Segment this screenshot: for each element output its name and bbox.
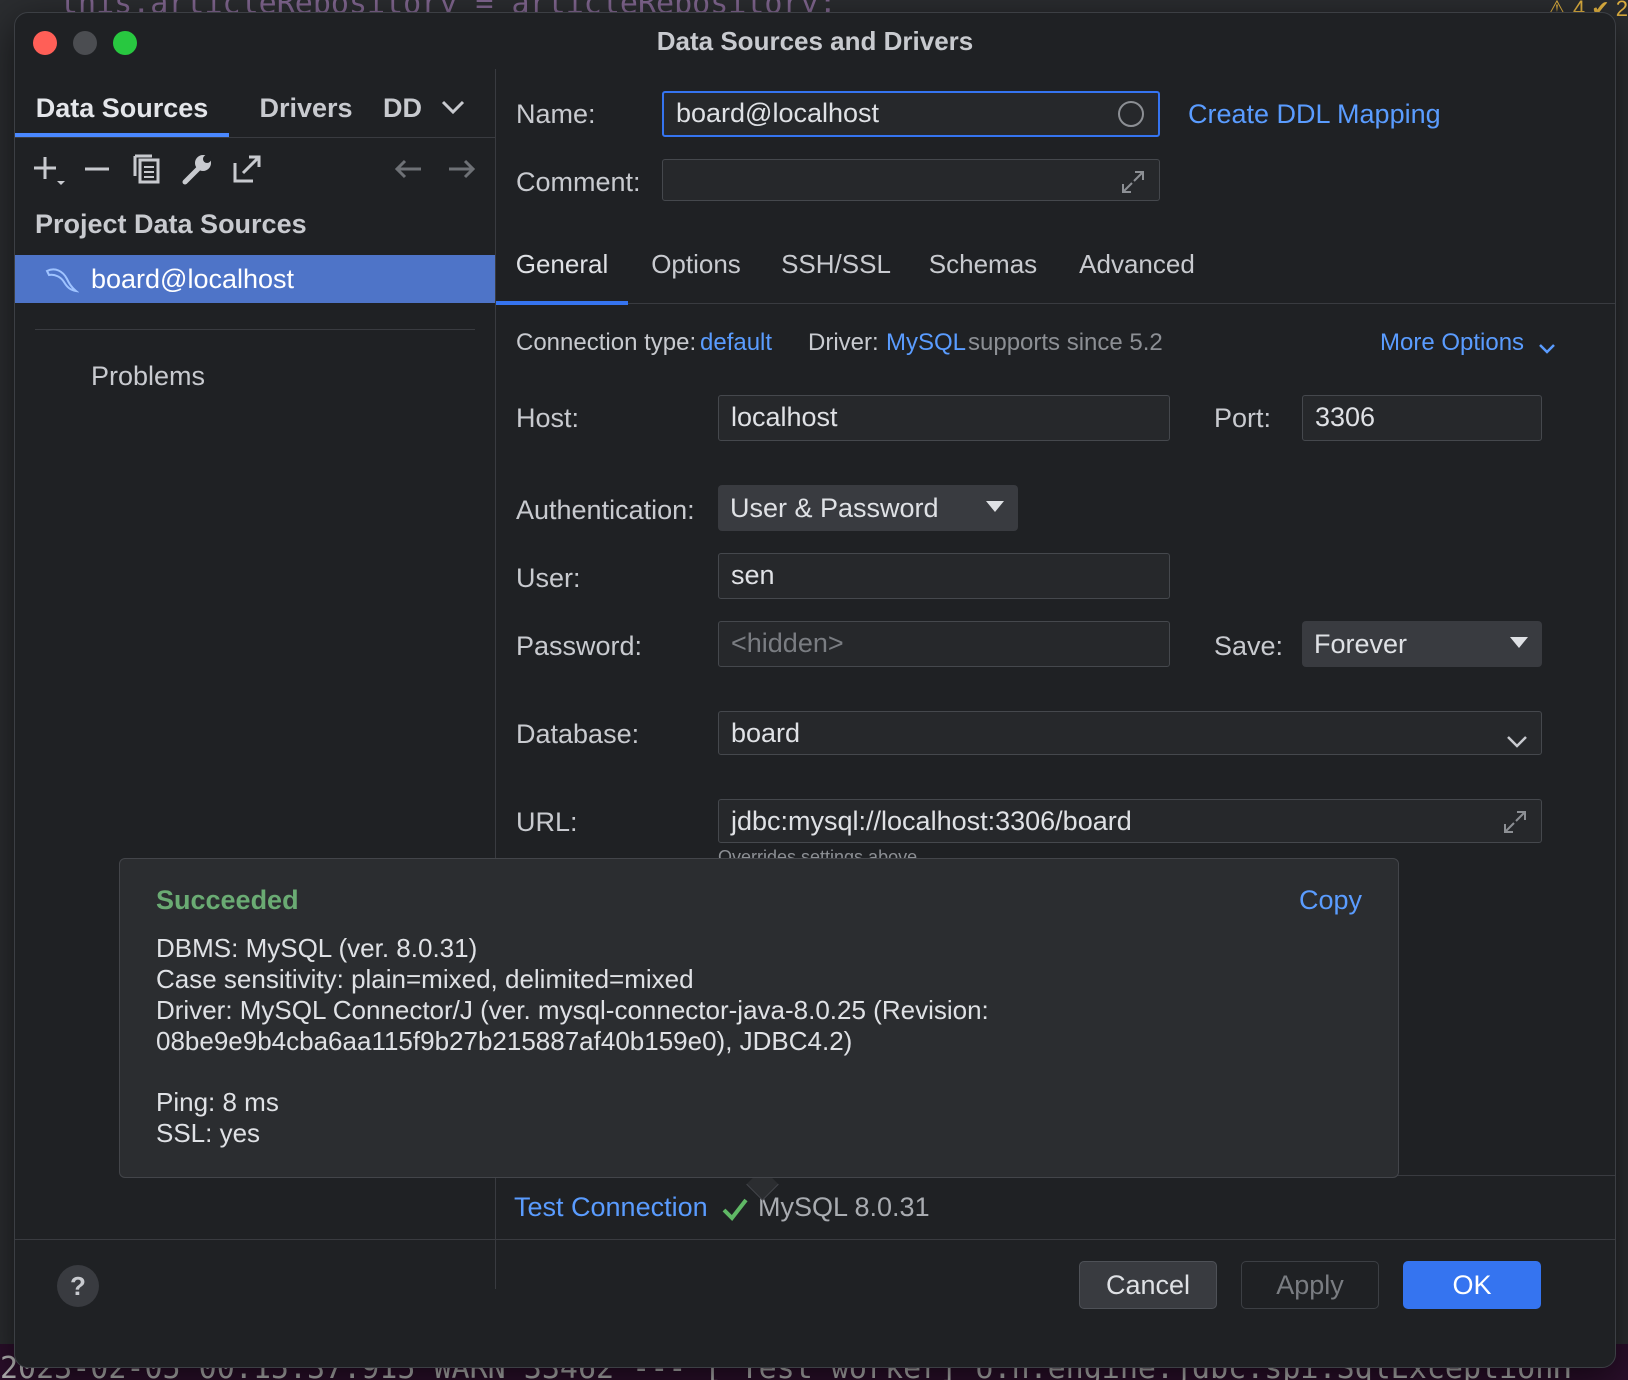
tab-general[interactable]: General (496, 249, 628, 305)
popup-title: Succeeded (156, 885, 299, 915)
circle-color-icon[interactable] (1116, 99, 1146, 129)
driver-support-note: supports since 5.2 (968, 329, 1163, 356)
popup-line: Ping: 8 ms (156, 1087, 279, 1117)
test-connection-link[interactable]: Test Connection (514, 1192, 708, 1223)
close-window-button[interactable] (33, 31, 57, 55)
chevron-down-icon[interactable] (1505, 722, 1529, 748)
driver-label: Driver: (808, 329, 879, 356)
ok-button[interactable]: OK (1403, 1261, 1541, 1309)
footer-divider (15, 1239, 1615, 1240)
save-dropdown[interactable]: Forever (1302, 621, 1542, 667)
database-input[interactable]: board (718, 711, 1542, 755)
chevron-down-icon (1537, 336, 1557, 354)
authentication-label: Authentication: (516, 495, 695, 525)
save-label: Save: (1214, 631, 1284, 661)
comment-input[interactable] (662, 159, 1160, 201)
port-label: Port: (1214, 403, 1272, 433)
tab-options[interactable]: Options (642, 249, 750, 301)
more-options-label: More Options (1380, 329, 1525, 356)
popup-line: SSL: yes (156, 1118, 261, 1148)
host-input[interactable]: localhost (718, 395, 1170, 441)
name-input-value: board@localhost (676, 98, 880, 128)
test-connection-result: MySQL 8.0.31 (758, 1192, 930, 1222)
connection-type-label: Connection type: (516, 329, 697, 356)
comment-label: Comment: (516, 167, 641, 197)
tab-advanced[interactable]: Advanced (1074, 249, 1200, 301)
datasource-item[interactable]: board@localhost (15, 255, 495, 303)
url-value: jdbc:mysql://localhost:3306/board (731, 806, 1132, 836)
left-tabs: Data Sources Drivers DD (15, 83, 495, 137)
tab-drivers[interactable]: Drivers (241, 83, 371, 133)
help-button[interactable]: ? (57, 1265, 99, 1307)
tabs-divider (15, 137, 495, 138)
name-label: Name: (516, 99, 596, 129)
caret-down-icon (986, 501, 1004, 512)
database-label: Database: (516, 719, 640, 749)
config-tabs: General Options SSH/SSL Schemas Advanced (496, 233, 1615, 305)
authentication-dropdown[interactable]: User & Password (718, 485, 1018, 531)
password-input[interactable]: <hidden> (718, 621, 1170, 667)
popup-line: 08be9e9b4cba6aa115f9b27b215887af40b159e0… (156, 1026, 853, 1056)
port-input[interactable]: 3306 (1302, 395, 1542, 441)
left-divider (35, 329, 475, 330)
expand-icon[interactable] (1119, 166, 1147, 194)
chevron-down-icon[interactable] (433, 87, 473, 127)
project-data-sources-title: Project Data Sources (35, 209, 307, 239)
add-icon[interactable] (27, 149, 67, 189)
tab-schemas[interactable]: Schemas (924, 249, 1042, 301)
remove-icon[interactable] (77, 149, 117, 189)
password-label: Password: (516, 631, 643, 661)
user-input[interactable]: sen (718, 553, 1170, 599)
problems-item[interactable]: Problems (91, 361, 205, 392)
url-input[interactable]: jdbc:mysql://localhost:3306/board (718, 799, 1542, 843)
user-label: User: (516, 563, 581, 593)
url-label: URL: (516, 807, 578, 837)
host-label: Host: (516, 403, 580, 433)
expand-icon[interactable] (1501, 806, 1529, 834)
left-toolbar (15, 139, 495, 199)
tab-ddl[interactable]: DD (383, 83, 423, 133)
popup-line: DBMS: MySQL (ver. 8.0.31) (156, 933, 478, 963)
forward-arrow-icon[interactable] (441, 149, 481, 189)
duplicate-icon[interactable] (127, 149, 167, 189)
create-ddl-mapping-link[interactable]: Create DDL Mapping (1188, 99, 1441, 130)
export-icon[interactable] (227, 149, 267, 189)
window-title: Data Sources and Drivers (656, 26, 974, 56)
copy-link[interactable]: Copy (1299, 885, 1362, 916)
name-input[interactable]: board@localhost (662, 91, 1160, 137)
connection-type-link[interactable]: default (700, 329, 772, 357)
connection-result-popup: Succeeded Copy DBMS: MySQL (ver. 8.0.31)… (119, 858, 1399, 1178)
data-sources-dialog: Data Sources and Drivers Data Sources Dr… (14, 12, 1616, 1368)
test-connection-row: Test Connection MySQL 8.0.31 (496, 1175, 1615, 1240)
wrench-icon[interactable] (177, 149, 217, 189)
back-arrow-icon[interactable] (389, 149, 429, 189)
datasource-item-label: board@localhost (91, 264, 295, 294)
mysql-dolphin-icon (43, 263, 80, 297)
zoom-window-button[interactable] (113, 31, 137, 55)
popup-line: Case sensitivity: plain=mixed, delimited… (156, 964, 694, 994)
save-value: Forever (1314, 629, 1408, 659)
tab-data-sources[interactable]: Data Sources (15, 83, 229, 137)
database-value: board (731, 718, 801, 748)
caret-down-icon (1510, 637, 1528, 648)
cancel-button[interactable]: Cancel (1079, 1261, 1217, 1309)
driver-link[interactable]: MySQL (886, 329, 966, 357)
minimize-window-button[interactable] (73, 31, 97, 55)
popup-line: Driver: MySQL Connector/J (ver. mysql-co… (156, 995, 989, 1025)
tab-ssh-ssl[interactable]: SSH/SSL (778, 249, 894, 301)
checkmark-icon (720, 1194, 750, 1224)
authentication-value: User & Password (730, 493, 939, 523)
apply-button[interactable]: Apply (1241, 1261, 1379, 1309)
more-options-link[interactable]: More Options (1380, 329, 1557, 357)
